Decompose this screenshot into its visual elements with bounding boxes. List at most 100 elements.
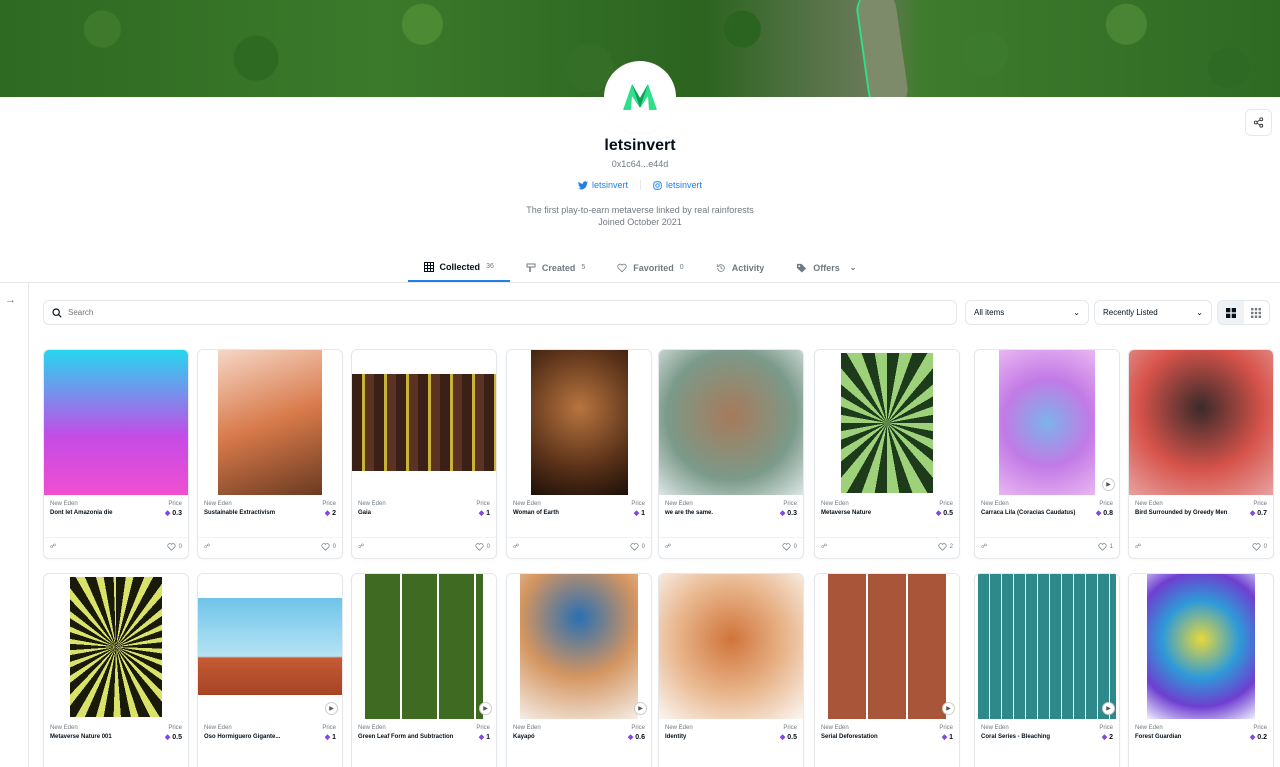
nft-image-area: ▶ [815,574,959,719]
tab-label: Favorited [633,262,674,273]
sort-select[interactable]: Recently Listed ⌄ [1094,300,1212,325]
collection-name[interactable]: New Eden [50,725,150,731]
instagram-icon [653,180,662,190]
twitter-icon [577,180,588,189]
favorite-button[interactable]: 0 [475,542,490,551]
share-button[interactable] [1245,109,1272,136]
nft-card[interactable]: New Eden Bird Surrounded by Greedy Men P… [1128,349,1274,559]
instagram-link[interactable]: letsinvert [640,180,714,190]
tab-offers[interactable]: Offers ⌄ [780,253,872,282]
favorite-button[interactable]: 0 [321,542,336,551]
nft-card[interactable]: ▶ New Eden Kayapó Price ◆ 0.6 [506,573,652,767]
avatar[interactable] [607,64,673,130]
heart-icon [321,542,330,551]
collection-name[interactable]: New Eden [981,725,1081,731]
favorite-button[interactable]: 2 [938,542,953,551]
nft-card[interactable]: New Eden Forest Guardian Price ◆ 0.2 [1128,573,1274,767]
link-icon[interactable]: ☍ [1135,543,1141,550]
nft-card[interactable]: ▶ New Eden Oso Hormiguero Gigante... Pri… [197,573,343,767]
like-count: 2 [949,543,953,550]
tab-favorited[interactable]: Favorited 0 [601,253,699,282]
favorite-button[interactable]: 0 [630,542,645,551]
favorite-button[interactable]: 0 [782,542,797,551]
items-filter-select[interactable]: All items ⌄ [965,300,1089,325]
tab-created[interactable]: Created 5 [510,253,601,282]
nft-title: Metaverse Nature [821,510,872,516]
play-icon[interactable]: ▶ [1102,702,1115,715]
search-input[interactable] [68,308,928,317]
tab-collected[interactable]: Collected 36 [407,253,510,282]
price-label: Price [783,725,797,731]
large-grid-button[interactable] [1218,301,1244,324]
nft-card[interactable]: New Eden Sustainable Extractivism Price … [197,349,343,559]
nft-card[interactable]: ▶ New Eden Green Leaf Form and Subtracti… [351,573,497,767]
favorite-button[interactable]: 1 [1098,542,1113,551]
nft-image-area [659,350,803,495]
collection-name[interactable]: New Eden [821,501,921,507]
price-value: 2 [1109,734,1113,741]
play-icon[interactable]: ▶ [479,702,492,715]
nft-card[interactable]: New Eden Woman of Earth Price ◆ 1 ☍ 0 [506,349,652,559]
link-icon[interactable]: ☍ [821,543,827,550]
collection-name[interactable]: New Eden [358,501,458,507]
nft-artwork [1147,574,1255,719]
collection-name[interactable]: New Eden [204,725,304,731]
price-value: 0.7 [1257,510,1267,517]
play-icon[interactable]: ▶ [1102,478,1115,491]
nft-title: Oso Hormiguero Gigante... [204,734,281,740]
tab-label: Offers [813,262,840,273]
favorite-button[interactable]: 0 [167,542,182,551]
nft-card[interactable]: New Eden Metaverse Nature 001 Price ◆ 0.5 [43,573,189,767]
collection-name[interactable]: New Eden [50,501,150,507]
nft-card[interactable]: New Eden Gaia Price ◆ 1 ☍ 0 [351,349,497,559]
link-icon[interactable]: ☍ [204,543,210,550]
nft-image-area [44,350,188,495]
play-icon[interactable]: ▶ [634,702,647,715]
card-meta: New Eden Oso Hormiguero Gigante... Price… [198,719,342,761]
collection-name[interactable]: New Eden [821,725,921,731]
nft-card[interactable]: New Eden we are the same. Price ◆ 0.3 ☍ 0 [658,349,804,559]
collection-name[interactable]: New Eden [1135,501,1235,507]
nft-image-area [44,574,188,719]
favorite-button[interactable]: 0 [1252,542,1267,551]
nft-card[interactable]: ▶ New Eden Carraca Lila (Coracias Caudat… [974,349,1120,559]
collection-name[interactable]: New Eden [513,501,613,507]
nft-image-area: ▶ [352,574,496,719]
price-label: Price [476,725,490,731]
price-label: Price [631,725,645,731]
wallet-address[interactable]: 0x1c64...e44d [0,159,1280,169]
collection-name[interactable]: New Eden [1135,725,1235,731]
nft-card[interactable]: New Eden Dont let Amazonia die Price ◆ 0.… [43,349,189,559]
price-value: 0.6 [635,734,645,741]
collection-name[interactable]: New Eden [358,725,458,731]
link-icon[interactable]: ☍ [50,543,56,550]
link-icon[interactable]: ☍ [665,543,671,550]
nft-card[interactable]: ▶ New Eden Serial Deforestation Price ◆ 1 [814,573,960,767]
collection-name[interactable]: New Eden [513,725,613,731]
nft-card[interactable]: New Eden Metaverse Nature Price ◆ 0.5 ☍ 2 [814,349,960,559]
collection-name[interactable]: New Eden [665,501,765,507]
nft-title: Kayapó [513,734,535,740]
link-icon[interactable]: ☍ [981,543,987,550]
nft-card[interactable]: ▶ New Eden Coral Series - Bleaching Pric… [974,573,1120,767]
collection-name[interactable]: New Eden [981,501,1081,507]
tab-label: Collected [439,261,481,272]
price-label: Price [1099,725,1113,731]
link-icon[interactable]: ☍ [358,543,364,550]
twitter-link[interactable]: letsinvert [566,180,640,190]
collection-name[interactable]: New Eden [665,725,765,731]
price-label: Price [168,725,182,731]
nft-artwork [352,374,496,471]
small-grid-button[interactable] [1244,301,1270,324]
collection-name[interactable]: New Eden [204,501,304,507]
search-icon [52,307,62,318]
card-footer: ☍ 0 [659,537,803,555]
link-icon[interactable]: ☍ [513,543,519,550]
brand-logo-icon [623,84,657,110]
nft-card[interactable]: New Eden Identity Price ◆ 0.5 [658,573,804,767]
tab-activity[interactable]: Activity [700,253,781,282]
expand-filters-icon[interactable]: → [5,294,16,306]
search-bar[interactable] [43,300,957,325]
play-icon[interactable]: ▶ [325,702,338,715]
play-icon[interactable]: ▶ [942,702,955,715]
